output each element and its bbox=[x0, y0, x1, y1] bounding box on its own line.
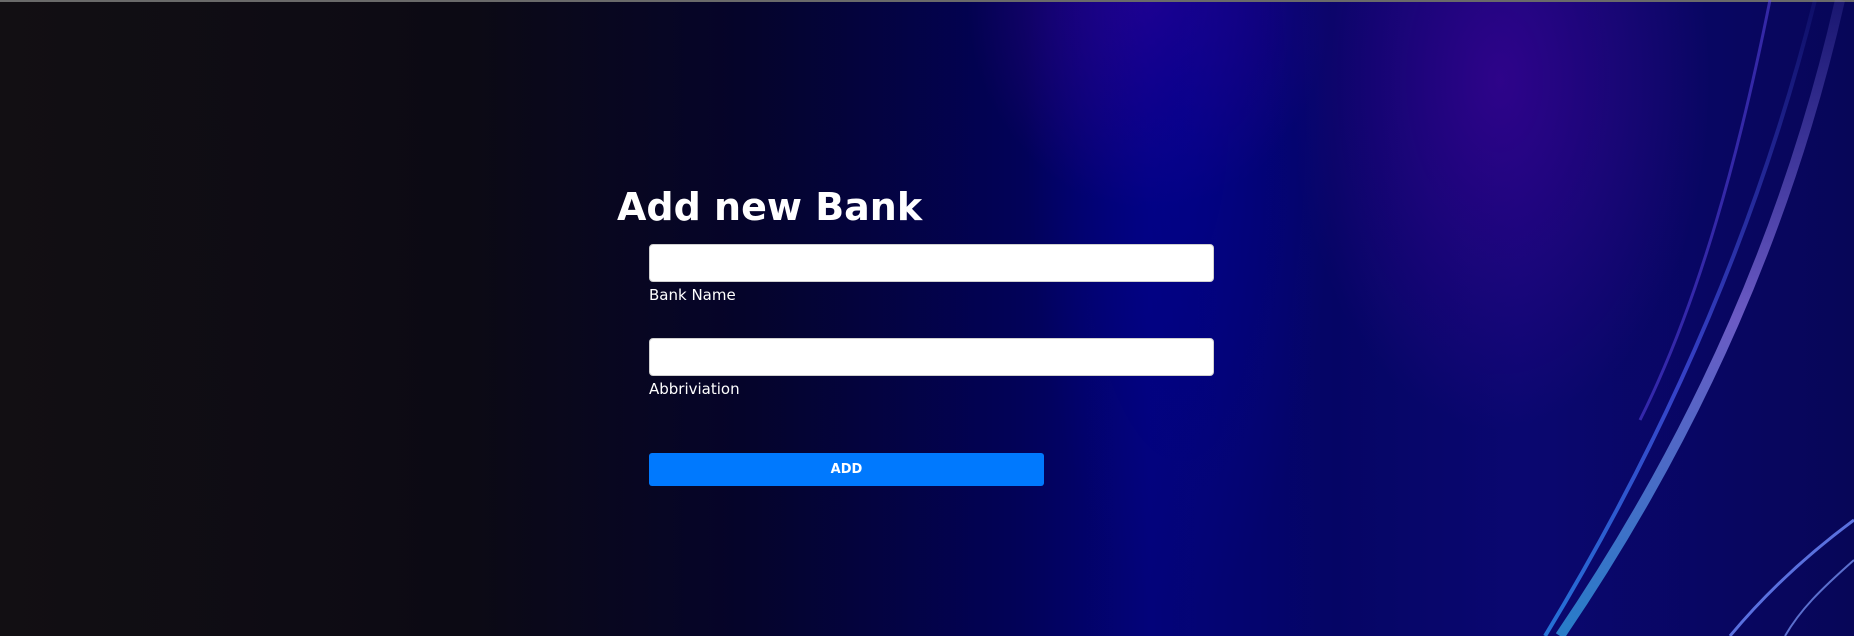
add-button[interactable]: ADD bbox=[649, 453, 1044, 486]
background-light-streaks bbox=[1543, 0, 1854, 636]
bank-name-label: Bank Name bbox=[649, 286, 736, 304]
bank-name-input[interactable] bbox=[649, 244, 1214, 282]
abbreviation-input[interactable] bbox=[649, 338, 1214, 376]
page-title: Add new Bank bbox=[617, 185, 923, 229]
abbreviation-label: Abbriviation bbox=[649, 380, 740, 398]
